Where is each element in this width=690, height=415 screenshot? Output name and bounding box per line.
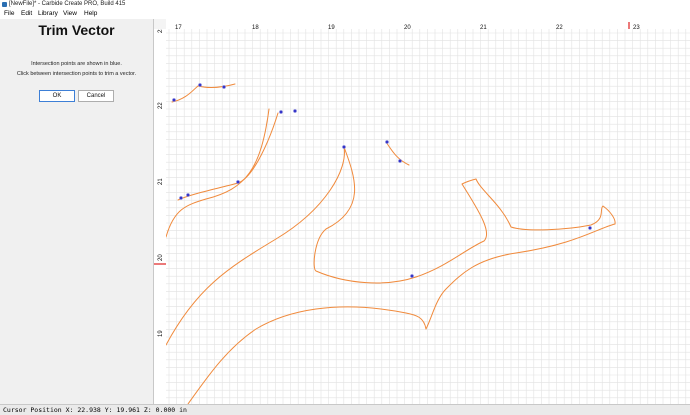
menu-view[interactable]: View bbox=[62, 9, 78, 19]
trim-vector-panel: Trim Vector Intersection points are show… bbox=[0, 19, 154, 404]
ruler-y-label: 21 bbox=[158, 178, 164, 185]
panel-title: Trim Vector bbox=[38, 22, 115, 38]
vector-path[interactable] bbox=[177, 112, 279, 201]
ruler-y-label: 23 bbox=[158, 29, 164, 33]
panel-info-intersections: Intersection points are shown in blue. bbox=[31, 61, 122, 67]
intersection-point[interactable] bbox=[342, 145, 346, 149]
vector-path[interactable] bbox=[313, 146, 417, 284]
app-icon bbox=[2, 2, 7, 7]
intersection-point[interactable] bbox=[293, 109, 297, 113]
title-bar: [NewFile]* - Carbide Create PRO, Build 4… bbox=[0, 0, 690, 9]
intersection-point[interactable] bbox=[172, 98, 176, 102]
status-bar: Cursor Position X: 22.938 Y: 19.961 Z: 0… bbox=[0, 404, 690, 415]
menu-edit[interactable]: Edit bbox=[20, 9, 33, 19]
intersection-point[interactable] bbox=[236, 180, 240, 184]
vector-path[interactable] bbox=[165, 108, 270, 238]
ok-button[interactable]: OK bbox=[39, 90, 75, 102]
menu-file[interactable]: File bbox=[3, 9, 15, 19]
intersection-point[interactable] bbox=[198, 83, 202, 87]
ruler-y-label: 20 bbox=[158, 254, 164, 261]
window-title: [NewFile]* - Carbide Create PRO, Build 4… bbox=[9, 1, 126, 7]
intersection-point[interactable] bbox=[410, 274, 414, 278]
canvas-grid bbox=[166, 29, 690, 404]
vector-path[interactable] bbox=[197, 83, 236, 88]
ruler-y-label: 19 bbox=[158, 330, 164, 337]
menu-bar: File Edit Library View Help bbox=[0, 9, 690, 19]
intersection-point[interactable] bbox=[588, 226, 592, 230]
ruler-y-label: 22 bbox=[158, 102, 164, 109]
intersection-point[interactable] bbox=[186, 193, 190, 197]
intersection-point[interactable] bbox=[398, 159, 402, 163]
vector-path[interactable] bbox=[475, 178, 616, 231]
intersection-point[interactable] bbox=[179, 196, 183, 200]
intersection-point[interactable] bbox=[222, 85, 226, 89]
vector-path[interactable] bbox=[415, 178, 488, 278]
menu-library[interactable]: Library bbox=[37, 9, 59, 19]
panel-info-instructions: Click between intersection points to tri… bbox=[16, 71, 137, 77]
intersection-point[interactable] bbox=[385, 140, 389, 144]
design-canvas[interactable] bbox=[165, 29, 690, 405]
vertical-ruler-ticks: 23 22 21 20 19 bbox=[154, 26, 166, 337]
intersection-point[interactable] bbox=[279, 110, 283, 114]
menu-help[interactable]: Help bbox=[83, 9, 98, 19]
cancel-button[interactable]: Cancel bbox=[78, 90, 114, 102]
canvas-drawing[interactable] bbox=[165, 29, 690, 405]
